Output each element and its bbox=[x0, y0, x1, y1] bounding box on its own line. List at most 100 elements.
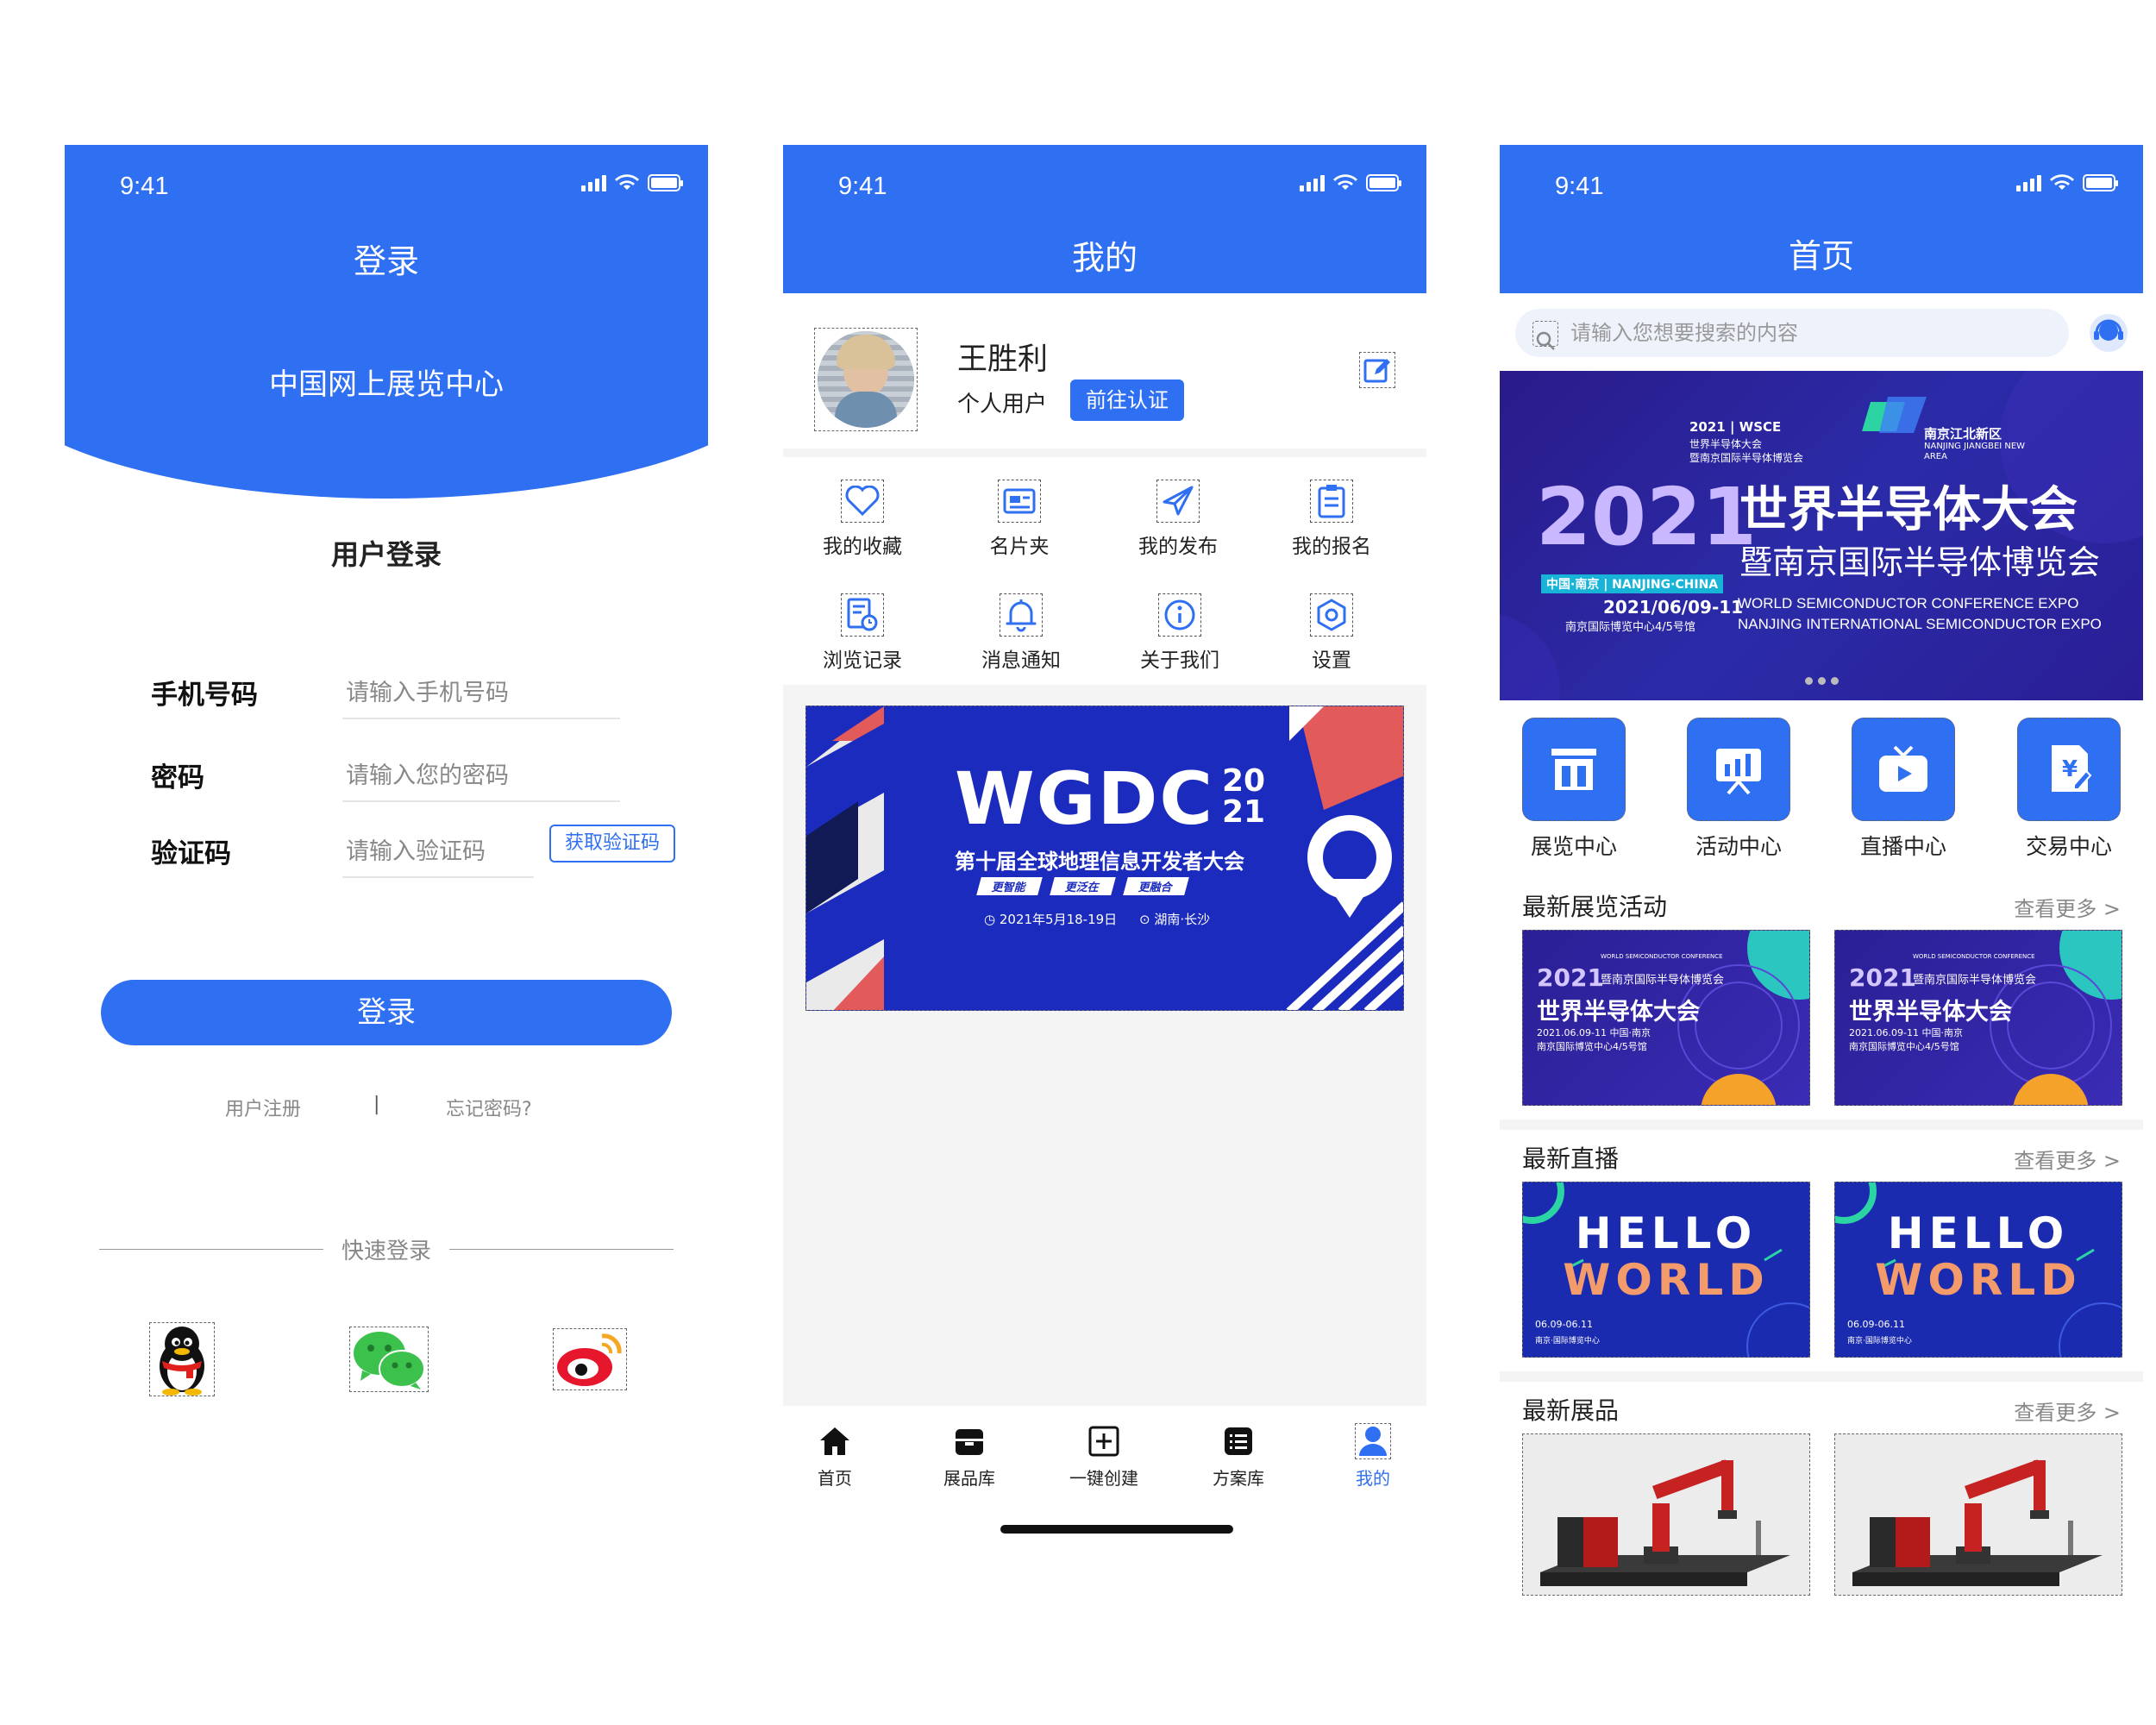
weibo-icon[interactable] bbox=[553, 1328, 627, 1390]
banner-date: ◷ 2021年5月18-19日 bbox=[984, 912, 1118, 927]
live-card-date: 06.09-06.11 bbox=[1847, 1319, 1905, 1330]
battery-icon bbox=[2083, 174, 2118, 191]
qq-icon[interactable] bbox=[149, 1322, 215, 1396]
home-header: 9:41 首页 bbox=[1500, 145, 2143, 293]
category-label: 交易中心 bbox=[2025, 834, 2112, 859]
grid-item-publish[interactable]: 我的发布 bbox=[1118, 480, 1238, 559]
wgdc-banner[interactable]: WGDC 20 21 第十届全球地理信息开发者大会 更智能 更泛在 更融合 ◷ … bbox=[805, 706, 1404, 1011]
banner-city: 中国·南京 | NANJING·CHINA bbox=[1541, 574, 1724, 593]
section-divider bbox=[1500, 1371, 2143, 1382]
grid-item-settings[interactable]: 设置 bbox=[1271, 593, 1392, 673]
grid-item-about[interactable]: 关于我们 bbox=[1119, 593, 1240, 673]
grid-item-signup[interactable]: 我的报名 bbox=[1271, 480, 1392, 559]
code-label: 验证码 bbox=[151, 838, 231, 869]
search-input[interactable]: 请输入您想要搜索的内容 bbox=[1515, 309, 2069, 357]
live-card-line1: HELLO bbox=[1575, 1208, 1758, 1258]
grid-item-label: 关于我们 bbox=[1140, 649, 1219, 672]
category-label: 活动中心 bbox=[1695, 834, 1782, 859]
card-holder-icon bbox=[998, 480, 1041, 523]
product-card[interactable] bbox=[1834, 1433, 2122, 1596]
tv-play-icon bbox=[1852, 718, 1955, 821]
grid-item-label: 消息通知 bbox=[981, 649, 1061, 672]
yuan-doc-icon: ¥ bbox=[2017, 718, 2121, 821]
category-activity[interactable]: 活动中心 bbox=[1678, 718, 1799, 861]
tab-label: 一键创建 bbox=[1069, 1468, 1138, 1489]
quick-login-divider: 快速登录 bbox=[99, 1232, 674, 1266]
expo-card[interactable]: WORLD SEMICONDUCTOR CONFERENCE 2021 暨南京国… bbox=[1522, 930, 1810, 1106]
info-icon bbox=[1158, 593, 1201, 637]
banner-place-text: 湖南·长沙 bbox=[1154, 912, 1211, 927]
banner-tag: 更智能 bbox=[976, 877, 1043, 895]
see-more-link[interactable]: 查看更多 > bbox=[2014, 892, 2121, 922]
banner-org1-sub2: 暨南京国际半导体博览会 bbox=[1689, 452, 1804, 464]
semiconductor-banner[interactable]: 2021 | WSCE 世界半导体大会 暨南京国际半导体博览会 南京江北新区 N… bbox=[1500, 371, 2143, 700]
banner-org1-sub: 世界半导体大会 bbox=[1689, 438, 1763, 450]
section-title: 最新直播 bbox=[1522, 1145, 1620, 1173]
phone-row: 手机号码 bbox=[151, 668, 668, 719]
wifi-icon bbox=[615, 174, 639, 190]
password-input[interactable] bbox=[342, 750, 620, 802]
battery-icon bbox=[648, 174, 683, 191]
see-more-link[interactable]: 查看更多 > bbox=[2014, 1396, 2121, 1426]
section-divider bbox=[1500, 1120, 2143, 1130]
live-card[interactable]: HELLO WORLD 06.09-06.11 南京·国际博览中心 bbox=[1834, 1182, 2122, 1358]
wifi-icon bbox=[2050, 174, 2074, 190]
banner-year-top: 20 bbox=[1222, 763, 1266, 799]
expo-card-sub: 暨南京国际半导体博览会 bbox=[1601, 974, 1725, 987]
grid-item-history[interactable]: 浏览记录 bbox=[802, 593, 923, 673]
section-title: 最新展览活动 bbox=[1522, 893, 1668, 921]
phone-input[interactable] bbox=[342, 668, 620, 719]
category-label: 直播中心 bbox=[1859, 834, 1946, 859]
chart-board-icon bbox=[1687, 718, 1790, 821]
category-exhibition[interactable]: 展览中心 bbox=[1514, 718, 1634, 861]
password-label: 密码 bbox=[151, 762, 204, 794]
section-title: 最新展品 bbox=[1522, 1396, 1620, 1425]
robot-arm-image bbox=[1835, 1434, 2122, 1595]
banner-title: WGDC bbox=[955, 756, 1214, 841]
wechat-icon[interactable] bbox=[349, 1327, 429, 1392]
status-icons bbox=[1300, 174, 1401, 191]
verify-button[interactable]: 前往认证 bbox=[1070, 380, 1184, 421]
banner-org1: 2021 | WSCE bbox=[1689, 419, 1782, 435]
register-link[interactable]: 用户注册 bbox=[225, 1094, 301, 1121]
status-icons bbox=[2016, 174, 2118, 191]
expo-card[interactable]: WORLD SEMICONDUCTOR CONFERENCE 2021 暨南京国… bbox=[1834, 930, 2122, 1106]
search-icon bbox=[1532, 321, 1558, 350]
edit-icon[interactable] bbox=[1359, 352, 1395, 388]
plus-square-icon bbox=[1086, 1423, 1122, 1459]
login-button[interactable]: 登录 bbox=[101, 980, 672, 1045]
expo-card-small: WORLD SEMICONDUCTOR CONFERENCE bbox=[1601, 953, 1723, 960]
customer-service-icon[interactable] bbox=[2088, 312, 2129, 354]
phone-label: 手机号码 bbox=[151, 680, 258, 711]
tab-mine[interactable]: 我的 bbox=[1321, 1423, 1425, 1490]
grid-item-card-holder[interactable]: 名片夹 bbox=[959, 480, 1080, 559]
grid-item-label: 我的发布 bbox=[1138, 536, 1218, 558]
svg-text:¥: ¥ bbox=[2062, 756, 2078, 782]
grid-item-label: 浏览记录 bbox=[823, 649, 902, 672]
tab-exhibits[interactable]: 展品库 bbox=[918, 1423, 1021, 1490]
avatar[interactable] bbox=[814, 328, 918, 431]
category-live[interactable]: 直播中心 bbox=[1843, 718, 1964, 861]
tab-label: 方案库 bbox=[1213, 1468, 1264, 1489]
category-trade[interactable]: ¥ 交易中心 bbox=[2009, 718, 2129, 861]
code-input[interactable] bbox=[342, 826, 534, 878]
grid-item-label: 我的报名 bbox=[1292, 536, 1371, 558]
live-card-line1: HELLO bbox=[1887, 1208, 2070, 1258]
tab-home[interactable]: 首页 bbox=[783, 1423, 887, 1490]
get-code-button[interactable]: 获取验证码 bbox=[549, 825, 675, 862]
live-card[interactable]: HELLO WORLD 06.09-06.11 南京·国际博览中心 bbox=[1522, 1182, 1810, 1358]
login-screen: 9:41 登录 中国网上展览中心 用户登录 手机号码 密码 验证码 获取验证码 … bbox=[65, 145, 708, 1542]
grid-item-favorites[interactable]: 我的收藏 bbox=[802, 480, 923, 559]
home-indicator bbox=[1000, 1525, 1233, 1534]
forgot-password-link[interactable]: 忘记密码? bbox=[446, 1094, 532, 1121]
wifi-icon bbox=[1333, 174, 1357, 190]
tab-create[interactable]: 一键创建 bbox=[1052, 1423, 1156, 1490]
banner-place: ⊙ 湖南·长沙 bbox=[1139, 912, 1211, 927]
tab-solutions[interactable]: 方案库 bbox=[1187, 1423, 1290, 1490]
see-more-link[interactable]: 查看更多 > bbox=[2014, 1144, 2121, 1174]
banner-date: 2021/06/09-11 bbox=[1603, 597, 1744, 618]
product-card[interactable] bbox=[1522, 1433, 1810, 1596]
grid-item-notifications[interactable]: 消息通知 bbox=[961, 593, 1081, 673]
password-row: 密码 bbox=[151, 750, 668, 802]
banner-tag: 更融合 bbox=[1123, 877, 1189, 895]
